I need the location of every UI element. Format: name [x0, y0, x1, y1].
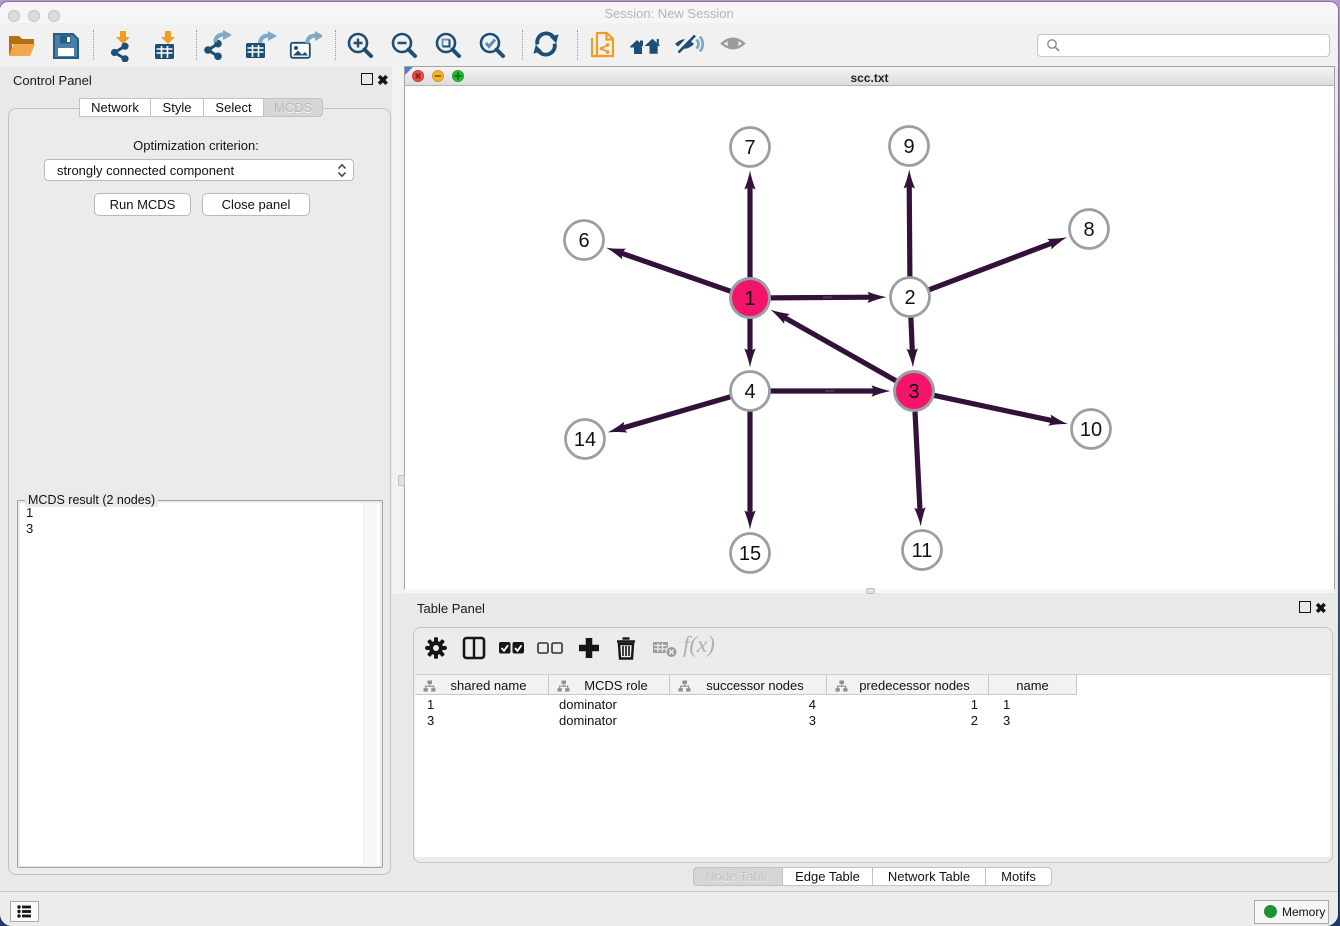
svg-text:6: 6: [578, 230, 589, 252]
svg-text:1: 1: [744, 288, 755, 310]
svg-text:4: 4: [744, 381, 755, 403]
svg-text:3: 3: [908, 381, 919, 403]
svg-text:7: 7: [744, 137, 755, 159]
svg-text:15: 15: [739, 543, 761, 565]
svg-text:14: 14: [574, 429, 596, 451]
svg-text:11: 11: [912, 540, 933, 562]
svg-text:2: 2: [904, 287, 915, 309]
svg-text:9: 9: [903, 136, 914, 158]
svg-text:10: 10: [1080, 419, 1102, 441]
svg-text:8: 8: [1083, 219, 1094, 241]
